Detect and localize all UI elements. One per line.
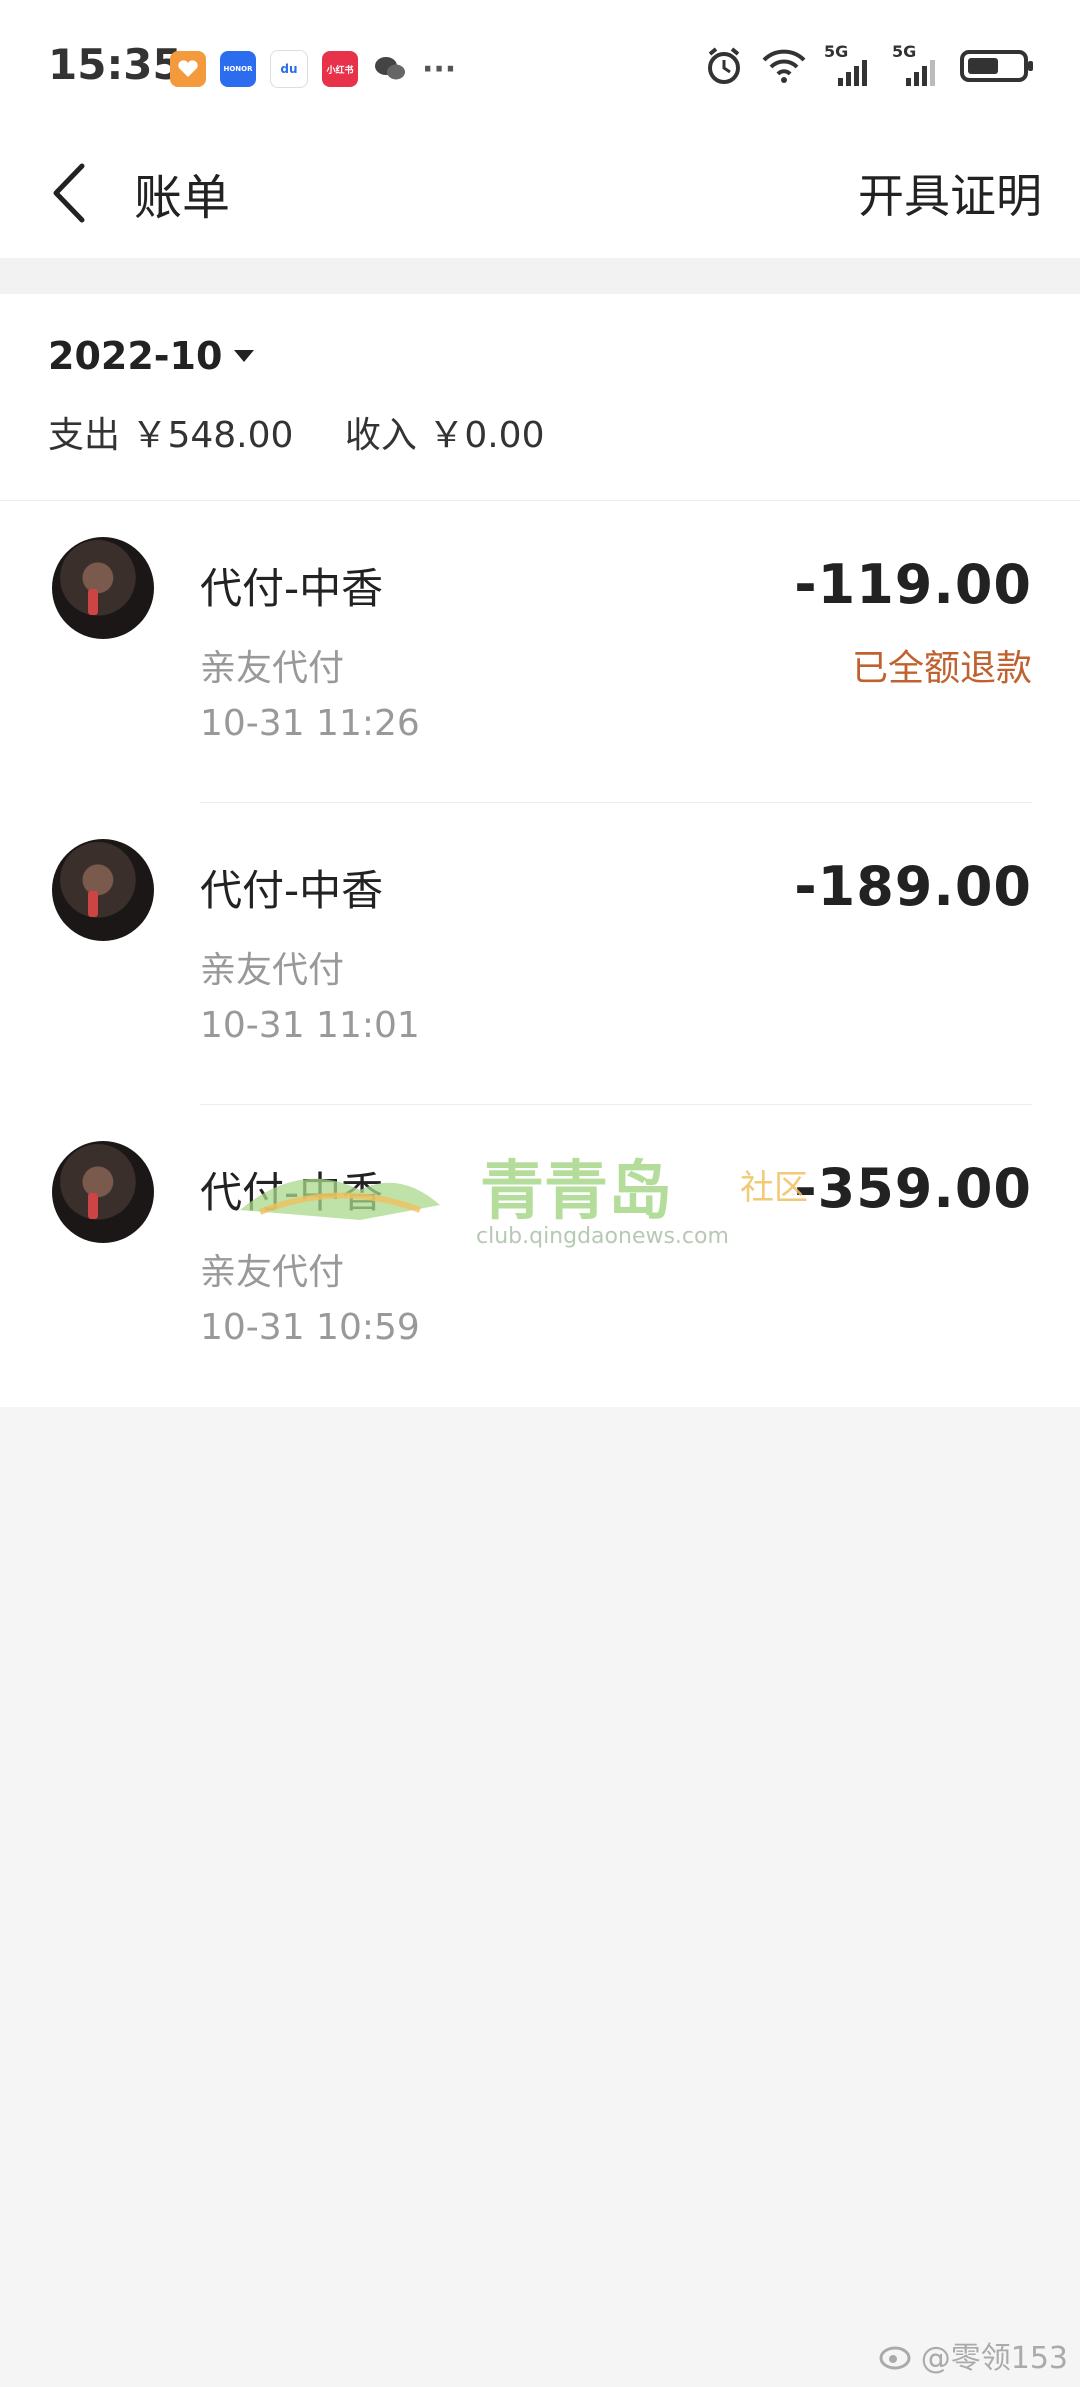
page-title: 账单 xyxy=(134,170,231,226)
site-watermark: 青青岛 社区 club.qingdaonews.com xyxy=(240,1140,840,1260)
bill-summary: 2022-10 支出 ￥548.00 收入 ￥0.00 xyxy=(0,294,1080,501)
transaction-row[interactable]: 代付-中香 亲友代付 10-31 11:01 -189.00 xyxy=(0,803,1080,1105)
status-indicators: 5G 5G xyxy=(704,42,1034,86)
hill-logo-icon xyxy=(240,1178,440,1220)
weibo-watermark: @零领153 xyxy=(879,2333,1068,2377)
avatar xyxy=(52,839,154,941)
avatar xyxy=(52,537,154,639)
refund-status: 已全额退款 xyxy=(851,648,1032,689)
status-app-icons: HONOR du 小红书 ··· xyxy=(170,50,456,88)
wifi-icon xyxy=(762,49,806,83)
transaction-title: 代付-中香 xyxy=(200,564,384,613)
transaction-amount: -189.00 xyxy=(794,855,1032,918)
nav-bar: 账单 开具证明 xyxy=(0,130,1080,258)
totals: 支出 ￥548.00 收入 ￥0.00 xyxy=(48,406,584,458)
heart-app-icon xyxy=(170,51,206,87)
month-label: 2022-10 xyxy=(48,334,223,378)
month-selector[interactable]: 2022-10 xyxy=(48,334,255,378)
issue-certificate-button[interactable]: 开具证明 xyxy=(858,160,1042,226)
transaction-list: 代付-中香 亲友代付 10-31 11:26 -119.00 已全额退款 代付-… xyxy=(0,501,1080,1407)
transaction-type: 亲友代付 xyxy=(200,950,345,991)
transaction-type: 亲友代付 xyxy=(200,648,345,689)
watermark-name: 青青岛 xyxy=(480,1155,672,1229)
signal-5g-icon: 5G xyxy=(824,42,874,86)
dropdown-triangle-icon xyxy=(234,350,255,362)
back-arrow-icon[interactable] xyxy=(42,158,102,228)
honor-app-icon: HONOR xyxy=(220,51,256,87)
weibo-handle: @零领153 xyxy=(920,2341,1068,2376)
weibo-icon xyxy=(879,2346,911,2370)
battery-icon xyxy=(960,50,1033,82)
more-notifications-icon: ··· xyxy=(422,51,457,87)
transaction-time: 10-31 11:01 xyxy=(200,1005,420,1046)
alarm-icon xyxy=(708,47,740,84)
transaction-row[interactable]: 代付-中香 亲友代付 10-31 11:26 -119.00 已全额退款 xyxy=(0,501,1080,803)
status-bar: 15:35 HONOR du 小红书 ··· 5G 5G xyxy=(0,0,1080,130)
transaction-amount: -119.00 xyxy=(794,553,1032,616)
income-total: 收入 ￥0.00 xyxy=(344,415,545,456)
status-time: 15:35 xyxy=(48,40,182,89)
signal-5g-icon-2: 5G xyxy=(892,42,942,86)
wechat-icon xyxy=(372,51,408,87)
expense-total: 支出 ￥548.00 xyxy=(48,415,294,456)
section-gap xyxy=(0,258,1080,294)
xiaohongshu-app-icon: 小红书 xyxy=(322,51,358,87)
transaction-time: 10-31 11:26 xyxy=(200,703,420,744)
avatar xyxy=(52,1141,154,1243)
transaction-time: 10-31 10:59 xyxy=(200,1307,420,1348)
baidu-app-icon: du xyxy=(270,50,308,88)
watermark-suffix: 社区 xyxy=(740,1168,808,1208)
watermark-url: club.qingdaonews.com xyxy=(476,1224,729,1249)
transaction-title: 代付-中香 xyxy=(200,866,384,915)
